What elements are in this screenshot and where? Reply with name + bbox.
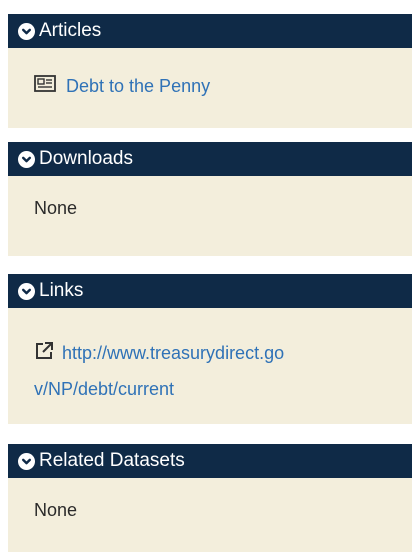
related-datasets-section: Related Datasets None — [8, 444, 412, 552]
downloads-section: Downloads None — [8, 142, 412, 256]
articles-section: Articles Debt to the Penny — [8, 14, 412, 128]
chevron-down-icon — [18, 22, 35, 40]
chevron-down-icon — [18, 282, 35, 300]
related-datasets-empty-text: None — [34, 500, 78, 520]
links-section: Links http://www.treasurydirect.go v/NP/… — [8, 274, 412, 424]
external-link-icon — [34, 338, 54, 372]
downloads-empty-text: None — [34, 198, 78, 218]
related-datasets-body: None — [8, 478, 412, 552]
external-url-link-line2[interactable]: v/NP/debt/current — [34, 379, 174, 399]
articles-body: Debt to the Penny — [8, 48, 412, 128]
article-link-debt-to-the-penny[interactable]: Debt to the Penny — [66, 76, 210, 97]
downloads-body: None — [8, 176, 412, 256]
newspaper-icon — [34, 75, 56, 97]
articles-title: Articles — [39, 20, 102, 41]
chevron-down-icon — [18, 452, 35, 470]
links-body: http://www.treasurydirect.go v/NP/debt/c… — [8, 308, 412, 424]
links-title: Links — [39, 280, 84, 301]
downloads-header[interactable]: Downloads — [8, 142, 412, 176]
downloads-title: Downloads — [39, 148, 133, 169]
related-datasets-title: Related Datasets — [39, 450, 185, 471]
chevron-down-icon — [18, 150, 35, 168]
links-header[interactable]: Links — [8, 274, 412, 308]
related-datasets-header[interactable]: Related Datasets — [8, 444, 412, 478]
articles-header[interactable]: Articles — [8, 14, 412, 48]
external-url-link-line1[interactable]: http://www.treasurydirect.go — [62, 343, 284, 363]
